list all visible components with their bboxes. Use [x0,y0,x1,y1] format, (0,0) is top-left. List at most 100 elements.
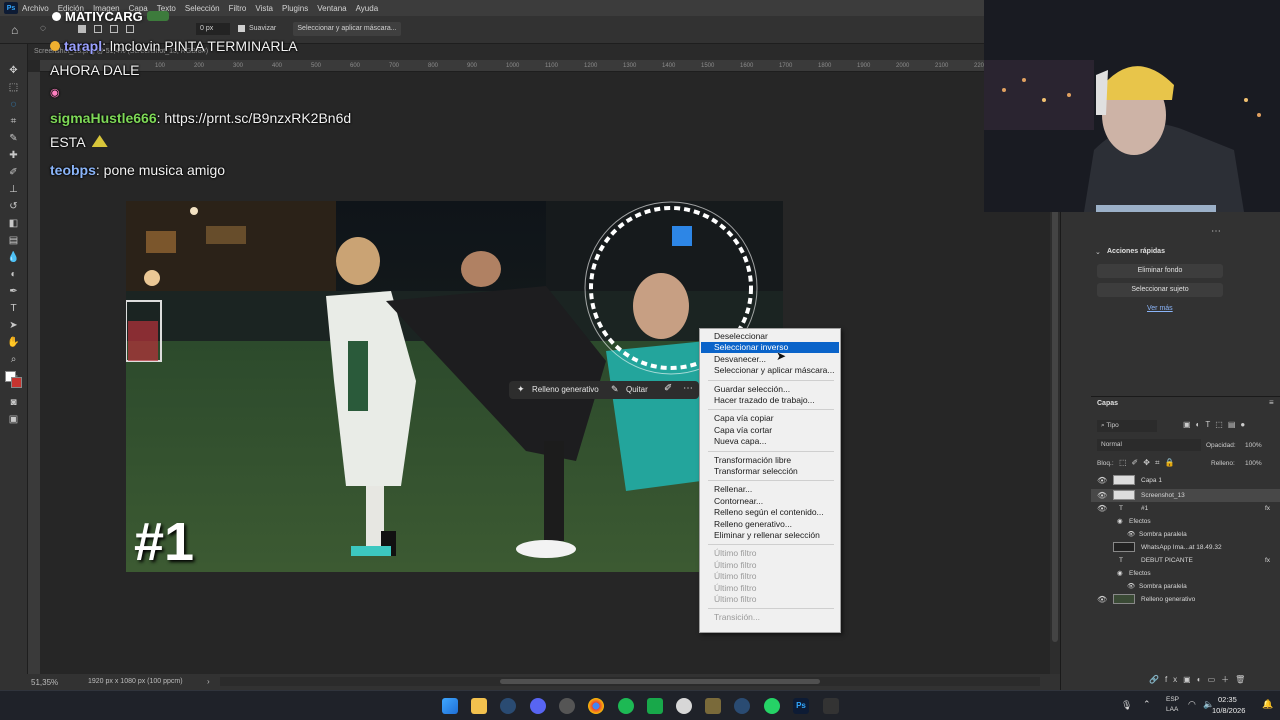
menu-ventana[interactable]: Ventana [317,4,346,13]
blur-tool-icon[interactable]: 💧 [7,251,20,264]
layer-row[interactable]: ◉ Efectos [1091,567,1280,580]
generative-fill-button[interactable]: Relleno generativo [532,385,599,394]
context-menu-item[interactable]: Seleccionar inverso [701,342,839,354]
wifi-icon[interactable]: ◠ [1188,699,1196,710]
layer-row[interactable]: 👁 Sombra paralela [1091,580,1280,593]
eraser-tool-icon[interactable]: ◧ [7,217,20,230]
select-mask-button[interactable]: Seleccionar y aplicar máscara... [293,22,401,36]
photoshop-logo[interactable]: Ps [4,2,18,14]
visibility-eye-icon[interactable]: 👁 [1097,593,1107,606]
menu-plugins[interactable]: Plugins [282,4,308,13]
steam-icon[interactable] [500,698,516,714]
layer-row[interactable]: 👁 T #1 fx [1091,502,1280,515]
effect-eye-icon[interactable]: 👁 [1127,528,1135,541]
history-brush-icon[interactable]: ↺ [7,200,20,213]
language-bottom[interactable]: LAA [1166,706,1178,713]
feather-input[interactable]: 0 px [196,23,230,35]
layer-row[interactable]: 👁 Screenshot_13 [1091,489,1280,502]
document-info[interactable]: 1920 px x 1080 px (100 ppcm) [88,678,183,685]
layer-row[interactable]: 👁 Capa 1 [1091,474,1280,487]
gradient-tool-icon[interactable]: ▤ [7,234,20,247]
quick-mask-icon[interactable]: ◙ [7,396,20,409]
chrome-icon[interactable] [588,698,604,714]
remove-background-button[interactable]: Eliminar fondo [1097,264,1223,278]
add-selection-icon[interactable] [94,25,102,33]
background-color-swatch[interactable] [11,377,22,388]
layers-panel-title[interactable]: Capas [1097,400,1118,407]
context-menu-item[interactable]: Seleccionar y aplicar máscara... [701,365,839,376]
context-menu-item[interactable]: Relleno generativo... [701,519,839,530]
context-menu-item[interactable]: Guardar selección... [701,384,839,395]
brush-tool-icon[interactable]: ✐ [7,166,20,179]
overflow-icon[interactable]: ⋯ [683,383,693,394]
horizontal-scrollbar[interactable] [220,677,1040,686]
lasso-tool-icon[interactable]: ◌ [7,98,20,111]
layers-footer-icons[interactable]: 🔗fx▣◐▭＋🗑 [1149,674,1251,685]
app-icon[interactable] [559,698,575,714]
visibility-eye-icon[interactable]: 👁 [1097,474,1107,487]
intersect-selection-icon[interactable] [126,25,134,33]
subtract-selection-icon[interactable] [110,25,118,33]
menu-filtro[interactable]: Filtro [229,4,247,13]
context-menu-item[interactable]: Deseleccionar [701,331,839,342]
opacity-input[interactable]: 100% [1245,442,1262,449]
zoom-tool-icon[interactable]: ⌕ [7,353,20,366]
dodge-tool-icon[interactable]: ◐ [7,268,20,281]
lock-icons[interactable]: ⬚✐✥⌗🔒 [1119,458,1179,468]
filter-icons[interactable]: ▣◐T⬚▤● [1183,420,1250,429]
context-menu-item[interactable]: Hacer trazado de trabajo... [701,395,839,406]
fx-icon[interactable]: fx [1265,554,1270,567]
blend-mode-select[interactable]: Normal [1097,439,1201,451]
discord-icon[interactable] [530,698,546,714]
scroll-thumb[interactable] [500,679,820,684]
context-menu-item[interactable]: Eliminar y rellenar selección [701,530,839,541]
type-tool-icon[interactable]: T [7,302,20,315]
language-top[interactable]: ESP [1166,696,1179,703]
context-menu-item[interactable]: Desvanecer... [701,354,839,365]
effects-icon[interactable]: ◉ [1117,515,1123,528]
photoshop-taskbar-icon[interactable]: Ps [793,698,809,714]
context-menu-item[interactable]: Transformar selección [701,466,839,477]
clock-time[interactable]: 02:35 [1218,695,1237,704]
notification-icon[interactable]: 🔔 [1262,699,1273,710]
visibility-eye-icon[interactable]: 👁 [1097,502,1107,515]
crop-tool-icon[interactable]: ⌗ [7,115,20,128]
healing-tool-icon[interactable]: ✚ [7,149,20,162]
brush-more-icon[interactable]: ✐ [664,383,672,394]
tray-chevron-icon[interactable]: ⌃ [1143,699,1151,710]
layer-row[interactable]: 👁 Relleno generativo [1091,593,1280,606]
layers-menu-icon[interactable]: ≡ [1269,398,1274,407]
context-menu-item[interactable]: Capa vía copiar [701,413,839,424]
clock-date[interactable]: 10/8/2026 [1212,706,1245,715]
visibility-eye-icon[interactable]: 👁 [1097,489,1107,502]
steam-icon-2[interactable] [734,698,750,714]
whatsapp-icon[interactable] [764,698,780,714]
menu-archivo[interactable]: Archivo [22,4,49,13]
app-clapper-icon[interactable] [823,698,839,714]
zoom-level[interactable]: 51,35% [31,678,58,687]
antialias-checkbox[interactable] [238,25,245,32]
lasso-icon[interactable]: ◌ [40,23,46,34]
fx-icon[interactable]: fx [1265,502,1270,515]
layer-row[interactable]: ◉ Efectos [1091,515,1280,528]
file-explorer-icon[interactable] [471,698,487,714]
context-menu-item[interactable]: Transformación libre [701,455,839,466]
microphone-icon[interactable]: 🎙 [1121,700,1132,711]
context-menu-item[interactable]: Relleno según el contenido... [701,507,839,518]
marquee-tool-icon[interactable]: ⬚ [7,81,20,94]
layer-row[interactable]: T DEBUT PICANTE fx [1091,554,1280,567]
effects-icon[interactable]: ◉ [1117,567,1123,580]
stamp-tool-icon[interactable]: ⊥ [7,183,20,196]
effect-eye-icon[interactable]: 👁 [1127,580,1135,593]
hand-tool-icon[interactable]: ✋ [7,336,20,349]
context-menu-item[interactable]: Capa vía cortar [701,425,839,436]
start-button-icon[interactable] [442,698,458,714]
fill-input[interactable]: 100% [1245,460,1262,467]
move-tool-icon[interactable]: ✥ [7,64,20,77]
remove-button[interactable]: Quitar [626,385,648,394]
see-more-link[interactable]: Ver más [1147,305,1173,312]
select-subject-button[interactable]: Seleccionar sujeto [1097,283,1223,297]
new-selection-icon[interactable] [78,25,86,33]
menu-ayuda[interactable]: Ayuda [356,4,379,13]
layer-row[interactable]: 👁 Sombra paralela [1091,528,1280,541]
